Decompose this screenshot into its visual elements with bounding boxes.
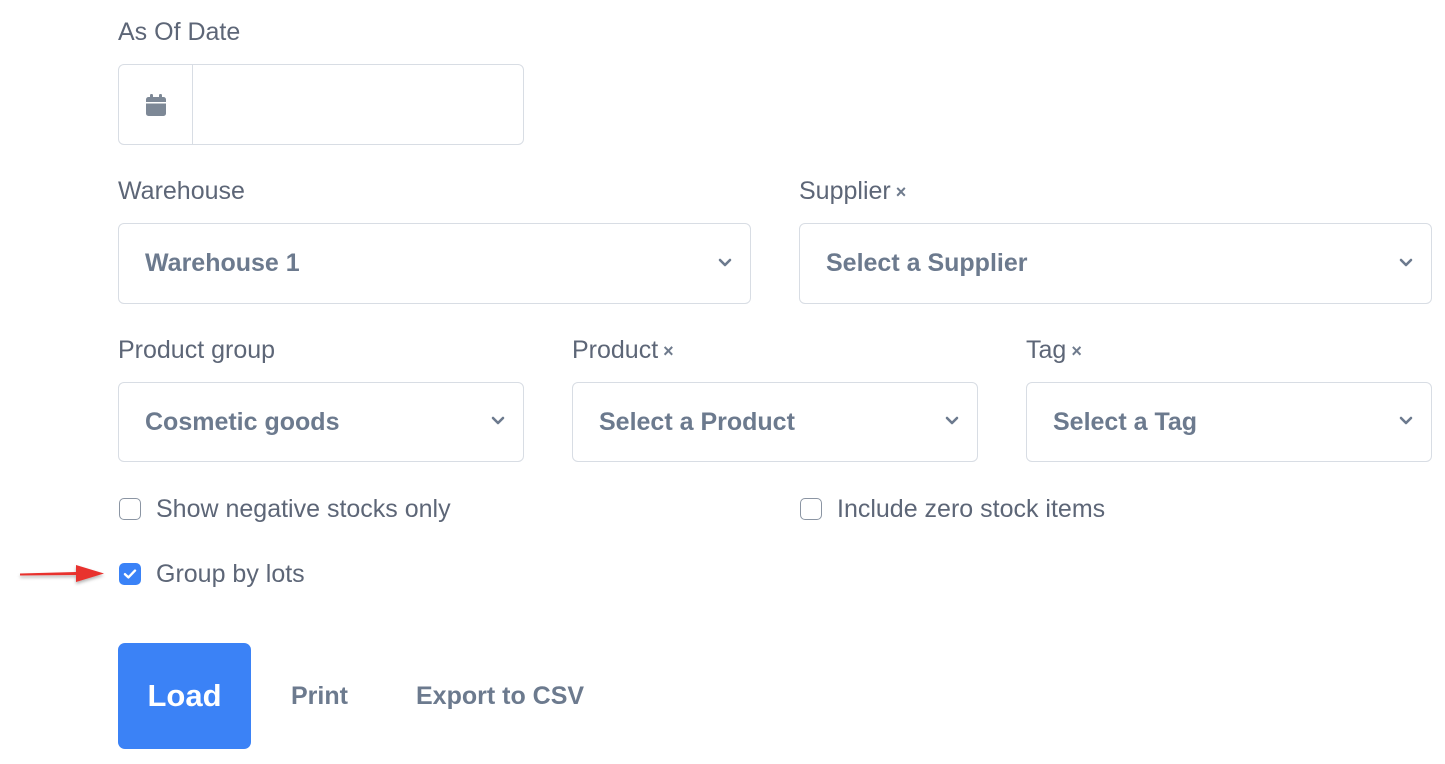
supplier-clear-icon[interactable]: × [896,177,907,207]
product-label: Product [572,336,659,364]
check-icon [123,569,137,579]
supplier-select[interactable]: Select a Supplier [799,223,1432,304]
product-label-group: Product × [572,335,674,366]
export-csv-button[interactable]: Export to CSV [416,681,584,711]
as-of-date-field [118,64,524,145]
chevron-down-icon [718,258,732,266]
as-of-date-label: As Of Date [118,18,241,46]
warehouse-select[interactable]: Warehouse 1 [118,223,751,304]
product-group-selected-value: Cosmetic goods [145,407,340,436]
tag-placeholder: Select a Tag [1053,407,1198,436]
load-button[interactable]: Load [118,643,251,749]
date-picker-button[interactable] [119,65,193,144]
as-of-date-input[interactable] [193,66,521,143]
tag-clear-icon[interactable]: × [1071,336,1082,366]
chevron-down-icon [1399,258,1413,266]
warehouse-label: Warehouse [118,177,245,205]
red-arrow-icon [20,565,104,582]
negative-stocks-label: Show negative stocks only [156,494,451,523]
zero-stock-label: Include zero stock items [837,494,1106,523]
negative-stocks-checkbox[interactable] [119,498,141,520]
supplier-label-group: Supplier × [799,176,906,207]
chevron-down-icon [1399,416,1413,425]
chevron-down-icon [491,416,505,425]
supplier-placeholder: Select a Supplier [826,249,1028,277]
supplier-label: Supplier [799,177,891,205]
tag-label-group: Tag × [1026,335,1082,366]
print-button[interactable]: Print [291,681,348,711]
product-select[interactable]: Select a Product [572,382,978,462]
product-group-label: Product group [118,336,276,364]
warehouse-selected-value: Warehouse 1 [145,249,300,277]
group-by-lots-label: Group by lots [156,559,305,588]
negative-stocks-option[interactable]: Show negative stocks only [119,494,451,524]
tag-select[interactable]: Select a Tag [1026,382,1432,462]
product-group-select[interactable]: Cosmetic goods [118,382,524,462]
tag-label: Tag [1026,336,1067,364]
group-by-lots-checkbox[interactable] [119,563,141,585]
chevron-down-icon [945,416,959,425]
group-by-lots-option[interactable]: Group by lots [119,559,305,589]
zero-stock-checkbox[interactable] [800,498,822,520]
product-clear-icon[interactable]: × [663,336,674,366]
product-placeholder: Select a Product [599,407,795,436]
zero-stock-option[interactable]: Include zero stock items [800,494,1105,524]
calendar-icon [145,93,166,116]
